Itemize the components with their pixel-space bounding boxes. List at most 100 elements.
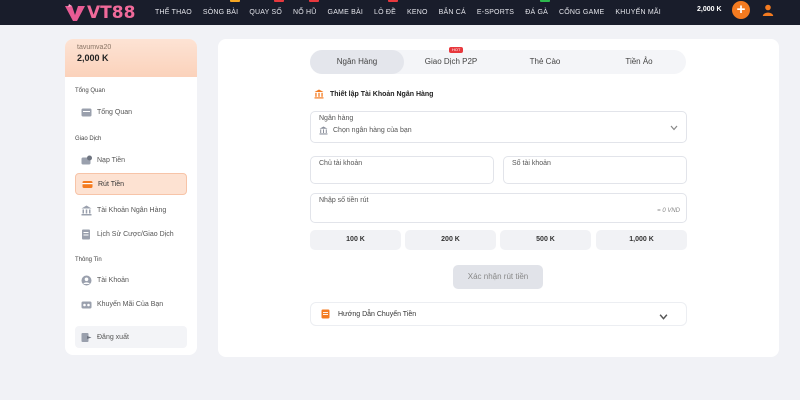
nav-item[interactable]: ĐÁ GÀ — [525, 0, 550, 16]
transfer-guide-accordion[interactable]: Hướng Dẫn Chuyển Tiền — [310, 302, 687, 326]
sidebar-item-withdraw[interactable]: Rút Tiền — [75, 173, 187, 195]
nav-item[interactable]: BẮN CÁ — [439, 9, 466, 16]
nav-item-badge — [308, 0, 319, 2]
nav-item[interactable]: KHUYẾN MÃI — [615, 9, 661, 16]
sidebar-item-label: Tổng Quan — [97, 108, 133, 116]
sidebar-username: tavumva20 — [77, 44, 112, 51]
user-icon[interactable] — [762, 4, 774, 16]
withdraw-amount-field[interactable]: Nhập số tiền rút = 0 VND — [310, 193, 687, 223]
sidebar-item-label: Nạp Tiền — [97, 156, 126, 164]
bank-setup-heading: Thiết lập Tài Khoản Ngân Hàng — [314, 89, 433, 99]
nav-item-label: BẮN CÁ — [438, 9, 466, 16]
bank-select-label: Ngân hàng — [319, 115, 354, 122]
nav-item-label: KENO — [407, 9, 428, 16]
confirm-withdraw-button[interactable]: Xác nhận rút tiền — [453, 265, 543, 289]
bank-small-icon — [319, 126, 328, 135]
nav-item-label: SÒNG BÀI — [202, 9, 239, 16]
nav-item-badge — [230, 0, 241, 2]
nav-item[interactable]: CỔNG GAME — [559, 9, 604, 16]
document-icon — [321, 309, 330, 319]
sidebar-item-deposit[interactable]: Nạp Tiền — [75, 149, 187, 171]
sidebar-item-account[interactable]: Tài Khoản — [75, 269, 187, 291]
deposit-plus-button[interactable]: + — [732, 1, 750, 19]
history-icon — [82, 229, 90, 239]
header-balance: 2,000 K — [697, 6, 722, 13]
nav-item[interactable]: LÔ ĐỀ — [374, 0, 399, 16]
chevron-down-icon — [659, 314, 668, 320]
account-holder-field[interactable]: Chủ tài khoản — [310, 156, 494, 184]
bank-icon — [314, 89, 324, 99]
tab-p2p[interactable]: HOT Giao Dịch P2P — [404, 47, 498, 74]
bank-select[interactable]: Ngân hàng Chọn ngân hàng của bạn — [310, 111, 687, 143]
logo-v-icon — [65, 4, 85, 21]
withdraw-amount-label: Nhập số tiền rút — [319, 197, 369, 204]
sidebar-item-label: Tài Khoản Ngân Hàng — [97, 206, 167, 214]
nav-item[interactable]: QUAY SỐ — [249, 0, 284, 16]
nav-item[interactable]: GAME BÀI — [328, 9, 363, 16]
nav-item-badge — [388, 0, 399, 2]
nav-item-label: KHUYẾN MÃI — [615, 9, 661, 16]
account-number-field[interactable]: Số tài khoản — [503, 156, 687, 184]
nav-item-label: NỔ HŨ — [292, 9, 317, 16]
bank-icon — [81, 205, 92, 215]
quick-amount-1000k[interactable]: 1,000 K — [596, 230, 687, 250]
sidebar-item-promotions[interactable]: Khuyến Mãi Của Bạn — [75, 293, 187, 315]
sidebar-item-overview[interactable]: Tổng Quan — [75, 101, 187, 123]
account-icon — [81, 275, 92, 285]
tab-bank[interactable]: Ngân Hàng — [310, 50, 404, 74]
section-title: Thiết lập Tài Khoản Ngân Hàng — [330, 90, 434, 98]
nav-item-badge — [539, 0, 550, 2]
dashboard-icon — [81, 108, 92, 116]
account-holder-label: Chủ tài khoản — [319, 160, 363, 167]
nav-item[interactable]: THỂ THAO — [155, 9, 192, 16]
hot-badge: HOT — [449, 47, 464, 53]
guide-label: Hướng Dẫn Chuyển Tiền — [338, 310, 417, 318]
logout-button[interactable]: Đăng xuất — [75, 326, 187, 348]
logo-text: VT88 — [87, 3, 136, 23]
nav-item-label: ĐÁ GÀ — [525, 9, 548, 16]
nav-item[interactable]: SÒNG BÀI — [202, 0, 241, 16]
account-sidebar: tavumva20 2,000 K Tổng Quan Tổng Quan Gi… — [65, 39, 197, 355]
nav-item-label: CỔNG GAME — [558, 9, 605, 16]
sidebar-item-label: Rút Tiền — [98, 180, 125, 188]
section-label-overview: Tổng Quan — [75, 88, 106, 94]
sidebar-balance: 2,000 K — [77, 53, 109, 63]
nav-item-label: GAME BÀI — [327, 9, 363, 16]
payment-method-tabs: Ngân Hàng HOT Giao Dịch P2P Thẻ Cào Tiền… — [310, 47, 686, 74]
nav-item[interactable]: NỔ HŨ — [292, 0, 319, 16]
sidebar-item-label: Khuyến Mãi Của Bạn — [97, 300, 164, 308]
tab-label: Thẻ Cào — [529, 57, 561, 66]
sidebar-item-bank-account[interactable]: Tài Khoản Ngân Hàng — [75, 199, 187, 221]
section-label-info: Thông Tin — [75, 257, 102, 263]
tab-crypto[interactable]: Tiền Ảo — [592, 50, 686, 74]
sidebar-item-label: Lịch Sử Cược/Giao Dịch — [97, 230, 174, 238]
promotion-icon — [81, 301, 92, 308]
quick-amount-200k[interactable]: 200 K — [405, 230, 496, 250]
bank-select-placeholder: Chọn ngân hàng của bạn — [333, 127, 412, 134]
nav-item-label: QUAY SỐ — [249, 9, 282, 16]
logo[interactable]: VT88 — [64, 3, 135, 23]
amount-conversion-hint: = 0 VND — [657, 208, 680, 214]
bank-select-value: Chọn ngân hàng của bạn — [319, 126, 412, 135]
tab-card[interactable]: Thẻ Cào — [498, 50, 592, 74]
sidebar-item-label: Tài Khoản — [97, 276, 129, 284]
nav-item-label: LÔ ĐỀ — [374, 9, 397, 16]
nav-item[interactable]: E-SPORTS — [477, 9, 514, 16]
chevron-down-icon — [670, 125, 678, 131]
tab-label: Tiền Ảo — [625, 57, 653, 66]
nav-item[interactable]: KENO — [407, 9, 428, 16]
quick-amount-100k[interactable]: 100 K — [310, 230, 401, 250]
tab-label: Ngân Hàng — [336, 57, 378, 66]
logout-icon — [81, 332, 92, 342]
nav-item-label: E-SPORTS — [476, 9, 515, 16]
top-nav-bar: VT88 THỂ THAO SÒNG BÀI QUAY SỐ NỔ HŨ GAME BÀ… — [0, 0, 800, 25]
sidebar-item-history[interactable]: Lịch Sử Cược/Giao Dịch — [75, 223, 187, 245]
account-number-label: Số tài khoản — [512, 160, 551, 167]
withdraw-icon — [82, 180, 93, 188]
sidebar-user-card: tavumva20 2,000 K — [65, 39, 197, 77]
tab-label: Giao Dịch P2P — [424, 57, 478, 66]
deposit-icon — [81, 155, 92, 164]
nav-item-badge — [273, 0, 284, 2]
main-nav: THỂ THAO SÒNG BÀI QUAY SỐ NỔ HŨ GAME BÀI LÔ Đ… — [155, 0, 672, 25]
quick-amount-500k[interactable]: 500 K — [500, 230, 591, 250]
